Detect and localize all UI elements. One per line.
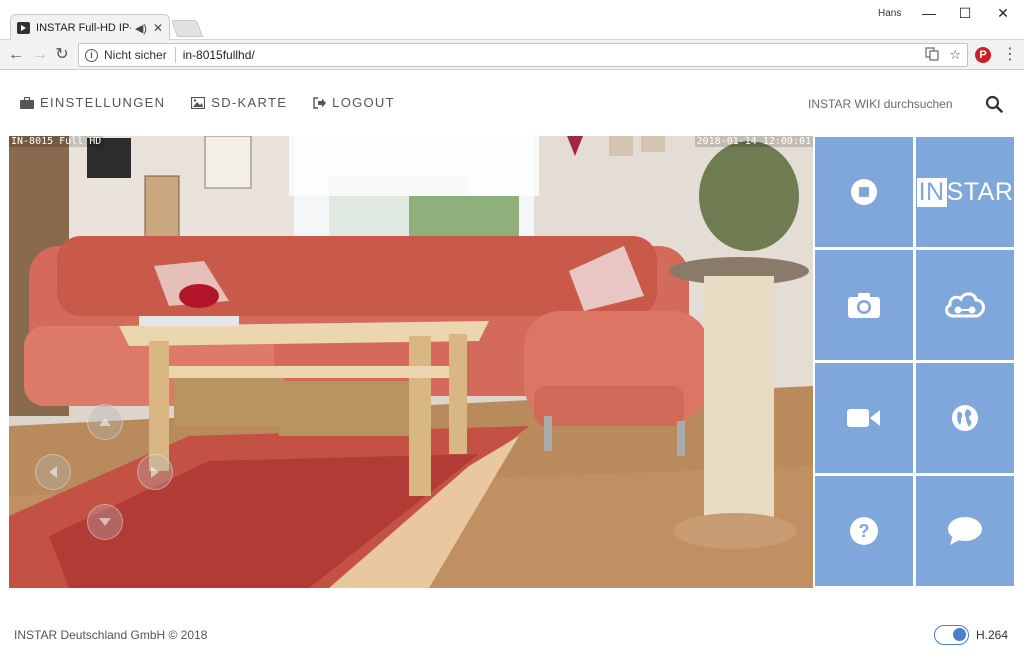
search-icon[interactable] <box>985 95 1003 113</box>
chat-button[interactable] <box>916 476 1014 586</box>
record-video-button[interactable] <box>815 363 913 473</box>
browser-tab[interactable]: INSTAR Full-HD IP-Ca ◀) ✕ <box>10 14 170 41</box>
tab-close-icon[interactable]: ✕ <box>153 21 163 35</box>
osd-timestamp: 2018-01-14 12:00:01 <box>694 136 813 147</box>
tab-favicon-icon <box>17 22 31 34</box>
briefcase-icon <box>20 96 34 109</box>
browser-toolbar: ← → ↻ i Nicht sicher in-8015fullhd/ ☆ P … <box>0 40 1024 70</box>
network-button[interactable] <box>916 363 1014 473</box>
reload-icon[interactable]: ↻ <box>52 45 72 65</box>
window-close-icon[interactable]: ✕ <box>986 2 1020 24</box>
security-label: Nicht sicher <box>104 48 167 62</box>
help-icon: ? <box>850 517 878 545</box>
nav-settings-label: EINSTELLUNGEN <box>40 95 166 110</box>
osd-camera-name: IN-8015 Full HD <box>9 136 104 147</box>
speaker-icon[interactable]: ◀) <box>135 22 147 35</box>
logo-text-rest: STAR <box>946 177 1014 206</box>
back-icon[interactable]: ← <box>6 45 26 65</box>
ptz-up-button[interactable] <box>87 404 123 440</box>
address-bar[interactable]: i Nicht sicher in-8015fullhd/ ☆ <box>78 43 968 67</box>
bookmark-star-icon[interactable]: ☆ <box>949 47 961 64</box>
nav-logout[interactable]: LOGOUT <box>313 95 395 110</box>
stop-icon <box>851 179 877 205</box>
svg-text:?: ? <box>859 521 870 541</box>
profile-name[interactable]: Hans <box>878 8 901 19</box>
nav-sd-card-label: SD-KARTE <box>211 95 288 110</box>
url-text[interactable]: in-8015fullhd/ <box>183 48 255 62</box>
toggle-knob <box>953 628 966 641</box>
codec-toggle[interactable] <box>934 625 969 645</box>
cloud-button[interactable] <box>916 250 1014 360</box>
translate-icon[interactable] <box>925 47 939 64</box>
logout-icon <box>313 96 327 109</box>
wiki-search-link[interactable]: INSTAR WIKI durchsuchen <box>808 97 953 111</box>
forward-icon[interactable]: → <box>30 45 50 65</box>
nav-logout-label: LOGOUT <box>332 95 395 110</box>
ptz-left-button[interactable] <box>35 454 71 490</box>
chat-icon <box>948 517 982 545</box>
stop-stream-button[interactable] <box>815 137 913 247</box>
globe-icon <box>952 405 978 431</box>
codec-label: H.264 <box>976 628 1009 642</box>
cloud-icon <box>945 292 985 318</box>
main-nav: EINSTELLUNGEN SD-KARTE LOGOUT <box>20 95 421 110</box>
tab-title: INSTAR Full-HD IP-Ca <box>36 22 131 34</box>
new-tab-button[interactable] <box>170 20 204 37</box>
browser-menu-icon[interactable]: ⋮ <box>1002 45 1018 65</box>
instar-logo-tile[interactable]: IN STAR <box>916 137 1014 247</box>
pinterest-icon[interactable]: P <box>975 47 991 63</box>
maximize-icon[interactable]: ☐ <box>948 2 982 24</box>
info-icon[interactable]: i <box>85 48 98 62</box>
instar-logo: IN STAR <box>916 177 1014 207</box>
snapshot-button[interactable] <box>815 250 913 360</box>
ptz-down-button[interactable] <box>87 504 123 540</box>
browser-titlebar: INSTAR Full-HD IP-Ca ◀) ✕ Hans — ☐ ✕ <box>0 0 1024 41</box>
image-icon <box>191 96 206 109</box>
separator <box>174 47 176 63</box>
logo-text-in: IN <box>916 177 947 207</box>
camera-video-stream[interactable]: IN-8015 Full HD 2018-01-14 12:00:01 Posi… <box>9 136 813 588</box>
video-icon <box>847 409 880 427</box>
footer-copyright: INSTAR Deutschland GmbH © 2018 <box>14 628 208 642</box>
video-frame <box>9 136 813 588</box>
help-button[interactable]: ? <box>815 476 913 586</box>
camera-icon <box>848 293 880 318</box>
nav-sd-card[interactable]: SD-KARTE <box>191 95 287 110</box>
minimize-icon[interactable]: — <box>912 2 946 24</box>
ptz-right-button[interactable] <box>137 454 173 490</box>
nav-settings[interactable]: EINSTELLUNGEN <box>20 95 165 110</box>
positions-label[interactable]: Positionen <box>379 140 426 151</box>
